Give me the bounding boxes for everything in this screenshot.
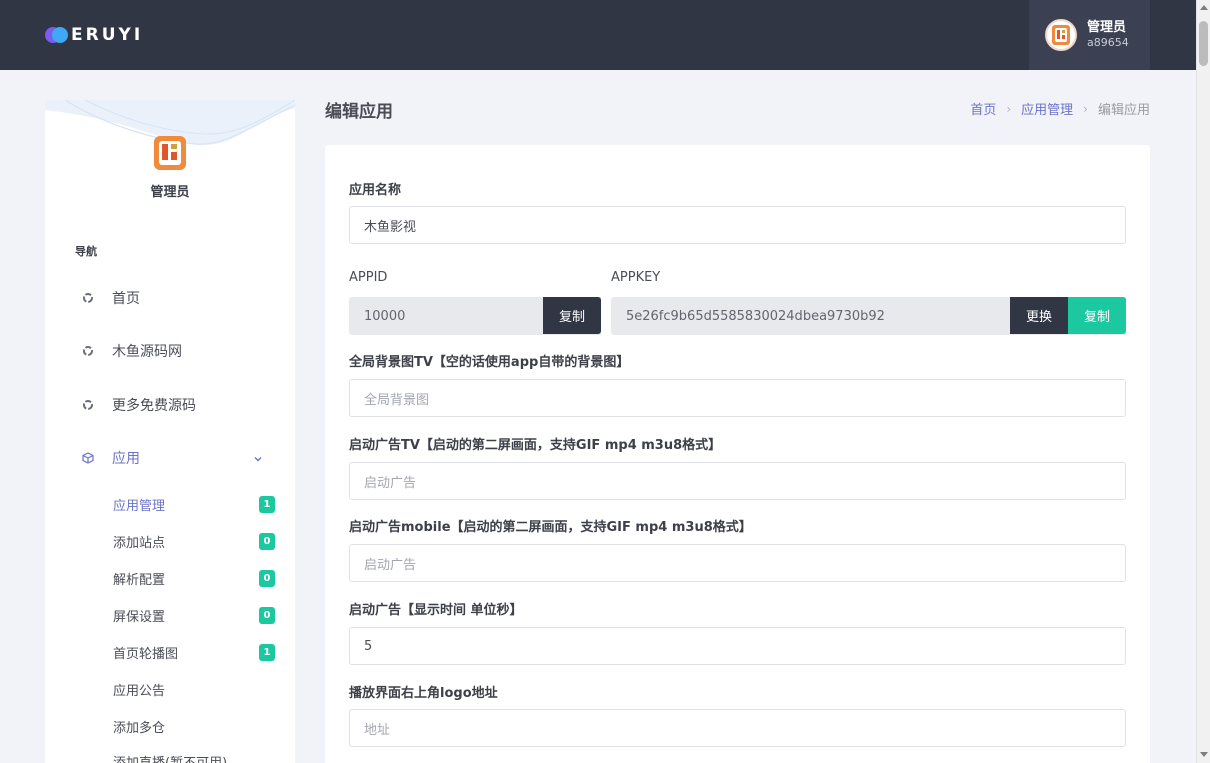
avatar-logo-icon bbox=[1052, 25, 1070, 45]
user-menu[interactable]: 管理员 a89654 bbox=[1029, 0, 1150, 70]
count-badge: 1 bbox=[259, 495, 275, 513]
sidebar-subitem-app-manage[interactable]: 应用管理 1 bbox=[113, 493, 275, 515]
logo[interactable]: ERUYI bbox=[45, 25, 143, 45]
breadcrumb-current: 编辑应用 bbox=[1097, 103, 1150, 118]
sidebar-item-apps[interactable]: 应用 bbox=[45, 438, 295, 478]
user-name: 管理员 bbox=[1087, 20, 1127, 35]
ad-tv-input[interactable]: 启动广告 bbox=[349, 462, 1126, 500]
page-scrollbar[interactable] bbox=[1196, 0, 1210, 763]
sidebar: 管理员 导航 首页 木鱼源码网 更多免费源码 应用 应用管理 1 添加站点 0 bbox=[45, 100, 295, 763]
appkey-copy-button[interactable]: 复制 bbox=[1068, 297, 1126, 334]
sidebar-item-home[interactable]: 首页 bbox=[45, 278, 295, 318]
background-input[interactable]: 全局背景图 bbox=[349, 379, 1126, 417]
sidebar-item-source-site[interactable]: 木鱼源码网 bbox=[45, 331, 295, 371]
scroll-down-icon[interactable] bbox=[1200, 752, 1208, 757]
user-id: a89654 bbox=[1087, 36, 1129, 50]
chevron-down-icon bbox=[253, 452, 263, 468]
sidebar-subitem-label: 解析配置 bbox=[113, 572, 166, 588]
sidebar-subitem-add-site[interactable]: 添加站点 0 bbox=[113, 530, 275, 552]
sidebar-item-label: 应用 bbox=[112, 451, 140, 467]
count-badge: 1 bbox=[259, 643, 275, 661]
sidebar-subitem-add-repo[interactable]: 添加多仓 bbox=[113, 715, 275, 737]
scroll-up-icon[interactable] bbox=[1200, 5, 1208, 10]
sidebar-subitem-label: 屏保设置 bbox=[113, 609, 166, 625]
ad-time-label: 启动广告【显示时间 单位秒】 bbox=[349, 603, 523, 618]
ad-tv-label: 启动广告TV【启动的第二屏画面，支持GIF mp4 m3u8格式】 bbox=[349, 438, 722, 453]
sidebar-subitem-notice[interactable]: 应用公告 bbox=[113, 678, 275, 700]
ad-mobile-input[interactable]: 启动广告 bbox=[349, 544, 1126, 582]
circle-notch-icon bbox=[82, 292, 94, 304]
avatar bbox=[1045, 19, 1077, 51]
appkey-change-button[interactable]: 更换 bbox=[1010, 297, 1068, 334]
appid-label: APPID bbox=[349, 270, 388, 285]
app-name-label: 应用名称 bbox=[349, 183, 402, 198]
sidebar-subitem-label: 添加直播(暂不可用) bbox=[113, 755, 228, 763]
count-badge: 0 bbox=[259, 606, 275, 624]
ad-time-input[interactable]: 5 bbox=[349, 627, 1126, 665]
profile-name: 管理员 bbox=[150, 185, 190, 200]
breadcrumb-home-link[interactable]: 首页 bbox=[970, 99, 996, 118]
sidebar-item-label: 首页 bbox=[112, 291, 140, 307]
sidebar-subitem-label: 添加站点 bbox=[113, 535, 166, 551]
breadcrumb-app-manage-link[interactable]: 应用管理 bbox=[1021, 99, 1073, 118]
top-bar: ERUYI 管理员 a89654 bbox=[0, 0, 1196, 70]
nav-heading: 导航 bbox=[75, 245, 97, 258]
scroll-thumb[interactable] bbox=[1199, 21, 1208, 66]
ad-mobile-label: 启动广告mobile【启动的第二屏画面，支持GIF mp4 m3u8格式】 bbox=[349, 520, 752, 535]
count-badge: 0 bbox=[259, 569, 275, 587]
cube-icon bbox=[82, 452, 94, 464]
sidebar-subitem-add-live[interactable]: 添加直播(暂不可用) bbox=[113, 750, 275, 763]
sidebar-subitem-parse-config[interactable]: 解析配置 0 bbox=[113, 567, 275, 589]
chevron-right-icon: › bbox=[1083, 101, 1088, 116]
sidebar-subitem-label: 应用公告 bbox=[113, 683, 166, 699]
profile-logo-icon bbox=[154, 136, 186, 170]
circle-notch-icon bbox=[82, 345, 94, 357]
sidebar-subitem-label: 应用管理 bbox=[113, 498, 166, 514]
app-name-input[interactable]: 木鱼影视 bbox=[349, 206, 1126, 244]
sidebar-subitem-label: 首页轮播图 bbox=[113, 646, 179, 662]
logo-url-input[interactable]: 地址 bbox=[349, 709, 1126, 747]
background-label: 全局背景图TV【空的话使用app自带的背景图】 bbox=[349, 355, 630, 370]
count-badge: 0 bbox=[259, 532, 275, 550]
page-title: 编辑应用 bbox=[325, 102, 393, 122]
appid-copy-button[interactable]: 复制 bbox=[543, 297, 601, 334]
circle-notch-icon bbox=[82, 399, 94, 411]
sidebar-item-free-source[interactable]: 更多免费源码 bbox=[45, 385, 295, 425]
sidebar-item-label: 木鱼源码网 bbox=[112, 344, 182, 360]
logo-text: ERUYI bbox=[71, 25, 144, 45]
sidebar-item-label: 更多免费源码 bbox=[112, 398, 196, 414]
profile-avatar bbox=[149, 132, 191, 174]
sidebar-subitem-carousel[interactable]: 首页轮播图 1 bbox=[113, 641, 275, 663]
logo-url-label: 播放界面右上角logo地址 bbox=[349, 686, 498, 701]
sidebar-subitem-screensaver[interactable]: 屏保设置 0 bbox=[113, 604, 275, 626]
appkey-label: APPKEY bbox=[611, 270, 661, 285]
chevron-right-icon: › bbox=[1006, 101, 1012, 116]
logo-icon bbox=[45, 25, 69, 45]
sidebar-subitem-label: 添加多仓 bbox=[113, 720, 166, 736]
breadcrumb: 首页 › 应用管理 › 编辑应用 bbox=[970, 99, 1150, 119]
edit-app-form: 应用名称 木鱼影视 APPID 10000 复制 APPKEY 5e26fc9b… bbox=[325, 145, 1150, 763]
